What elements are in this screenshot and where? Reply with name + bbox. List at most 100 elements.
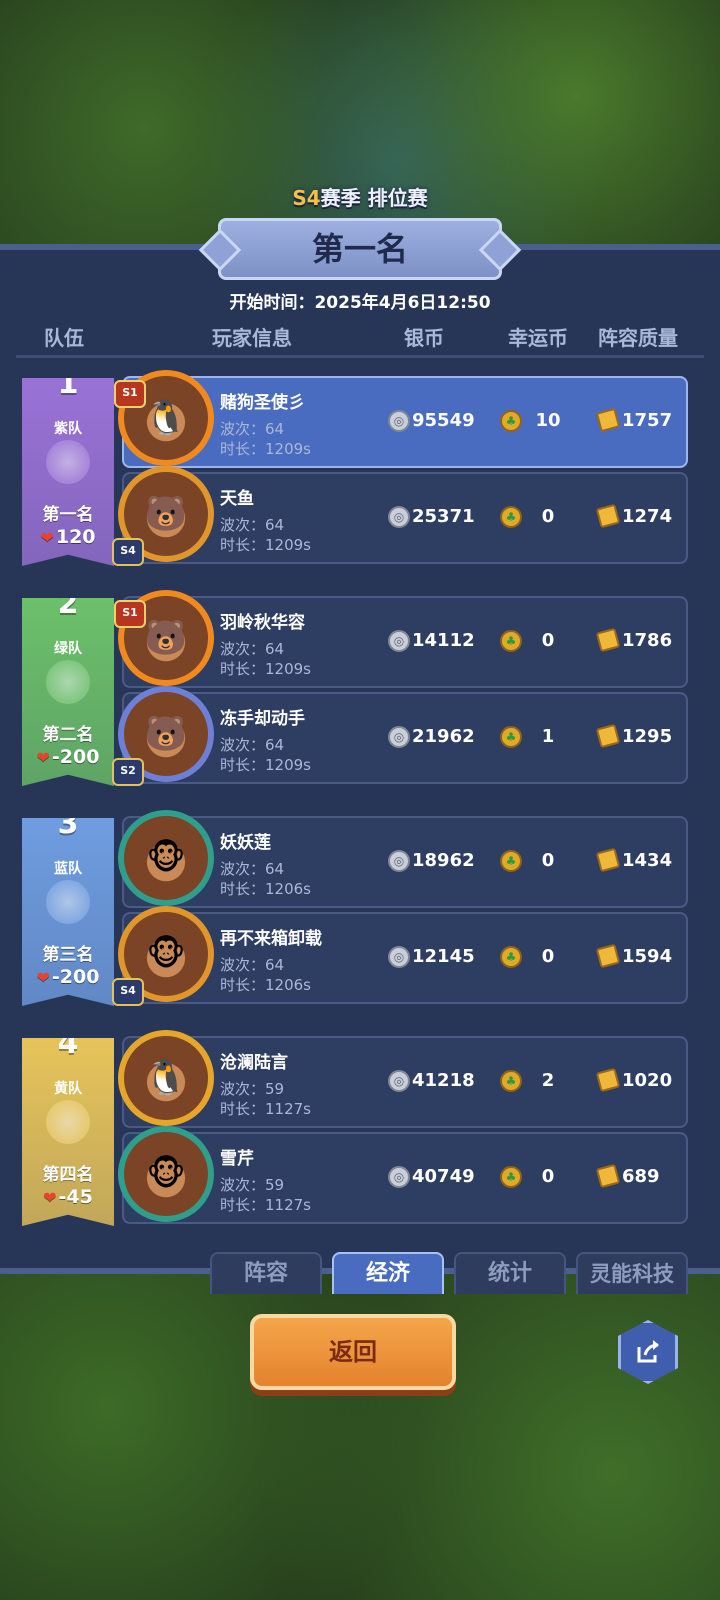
monkey-avatar-icon[interactable]: 🐵 [118,1126,214,1222]
col-formation: 阵容质量 [598,326,678,350]
player-name: 羽岭秋华容 [220,613,305,633]
formation-quality-icon [595,847,621,873]
formation-value: 1594 [622,946,673,967]
player-duration: 时长：1206s [220,880,311,898]
player-duration: 时长：1209s [220,440,311,458]
silver-value: 12145 [412,946,475,967]
formation-quality-icon [595,627,621,653]
team-score: ❤ -200 [36,966,100,988]
silver-value: 95549 [412,410,475,431]
tab-formation[interactable]: 阵容 [210,1252,322,1294]
back-button[interactable]: 返回 [250,1314,456,1390]
formation-value: 1274 [622,506,673,527]
heart-icon: ❤ [36,748,50,767]
silver-value: 41218 [412,1070,475,1091]
lucky-value: 0 [541,630,555,651]
silver-coin-icon: ◎ [388,850,410,872]
heart-icon: ❤ [40,528,54,547]
team-emblem-icon [46,880,90,924]
player-name: 冻手却动手 [220,709,305,729]
player-wave: 波次：64 [220,420,285,438]
team-score: ❤ -45 [43,1186,93,1208]
silver-coin-icon: ◎ [388,946,410,968]
player-row[interactable]: 🐵 雪芹 波次：59 时长：1127s ◎ 40749 ♣ 0 689 [118,1126,688,1224]
formation-quality-icon [595,503,621,529]
player-row[interactable]: 🐻 冻手却动手 波次：64 时长：1209s ◎ 21962 ♣ 1 1295 … [112,686,688,786]
player-duration: 时长：1209s [220,660,311,678]
team-ribbon-4: 4 黄队 第四名 ❤ -45 [22,1038,114,1226]
tab-psionic-tech[interactable]: 灵能科技 [576,1252,688,1294]
lucky-value: 1 [541,726,555,747]
player-row[interactable]: 🐻 天鱼 波次：64 时长：1209s ◎ 25371 ♣ 0 1274 S4 [112,466,688,566]
formation-value: 689 [622,1166,660,1187]
team-emblem-icon [46,660,90,704]
silver-coin-icon: ◎ [388,726,410,748]
season-badge: S2 [112,758,144,786]
lucky-value: 0 [541,850,555,871]
lucky-coin-icon: ♣ [500,850,522,872]
player-wave: 波次：64 [220,640,285,658]
player-duration: 时长：1127s [220,1196,311,1214]
silver-value: 21962 [412,726,475,747]
player-wave: 波次：64 [220,956,285,974]
season-badge: S4 [112,538,144,566]
team-emblem-icon [46,1100,90,1144]
player-duration: 时长：1209s [220,536,311,554]
player-row[interactable]: 🐻 羽岭秋华容 波次：64 时长：1209s ◎ 14112 ♣ 0 1786 … [114,590,688,688]
lucky-value: 2 [541,1070,555,1091]
season-badge: S1 [114,600,146,628]
tab-statistics[interactable]: 统计 [454,1252,566,1294]
player-row[interactable]: 🐵 妖妖莲 波次：64 时长：1206s ◎ 18962 ♣ 0 1434 [118,810,688,908]
rank-banner: 第一名 [198,218,522,280]
player-wave: 波次：64 [220,516,285,534]
lucky-coin-icon: ♣ [500,726,522,748]
player-wave: 波次：64 [220,736,285,754]
lucky-value: 0 [541,946,555,967]
formation-quality-icon [595,1067,621,1093]
share-icon [637,1340,659,1363]
team-score: ❤ -200 [36,746,100,768]
silver-value: 18962 [412,850,475,871]
monkey-avatar-icon[interactable]: 🐵 [118,810,214,906]
silver-coin-icon: ◎ [388,410,410,432]
lucky-coin-icon: ♣ [500,1166,522,1188]
player-name: 天鱼 [220,489,254,509]
team-score: ❤ 120 [40,526,96,548]
tab-economy[interactable]: 经济 [332,1252,444,1294]
player-name: 沧澜陆言 [220,1053,288,1073]
formation-value: 1020 [622,1070,673,1091]
silver-value: 25371 [412,506,475,527]
player-row[interactable]: 🐧 沧澜陆言 波次：59 时长：1127s ◎ 41218 ♣ 2 1020 [118,1030,688,1128]
player-wave: 波次：64 [220,860,285,878]
season-badge: S1 [114,380,146,408]
silver-coin-icon: ◎ [388,1166,410,1188]
lucky-coin-icon: ♣ [500,1070,522,1092]
penguin-avatar-icon[interactable]: 🐧 [118,1030,214,1126]
formation-value: 1786 [622,630,673,651]
silver-value: 14112 [412,630,475,651]
team-ribbon-2: 2 绿队 第二名 ❤ -200 [22,598,114,786]
share-button[interactable] [618,1320,678,1384]
team-name: 绿队 [54,641,82,657]
heart-icon: ❤ [36,968,50,987]
player-name: 赌狗圣使彡 [220,393,305,413]
season-badge: S4 [112,978,144,1006]
lucky-coin-icon: ♣ [500,410,522,432]
team-place: 第三名 [42,945,94,965]
lucky-value: 0 [541,1166,555,1187]
player-duration: 时长：1127s [220,1100,311,1118]
formation-value: 1434 [622,850,673,871]
formation-quality-icon [595,407,621,433]
player-name: 再不来箱卸载 [220,929,322,949]
team-ribbon-1: 1 紫队 第一名 ❤ 120 [22,378,114,566]
silver-coin-icon: ◎ [388,1070,410,1092]
team-place: 第四名 [42,1165,94,1185]
player-name: 雪芹 [220,1149,254,1169]
silver-coin-icon: ◎ [388,506,410,528]
col-silver: 银币 [404,326,444,350]
player-row[interactable]: 🐧 赌狗圣使彡 波次：64 时长：1209s ◎ 95549 ♣ 10 1757… [114,370,688,468]
lucky-value: 10 [535,410,561,431]
lucky-coin-icon: ♣ [500,506,522,528]
player-row[interactable]: 🐵 再不来箱卸载 波次：64 时长：1206s ◎ 12145 ♣ 0 1594… [112,906,688,1006]
silver-coin-icon: ◎ [388,630,410,652]
